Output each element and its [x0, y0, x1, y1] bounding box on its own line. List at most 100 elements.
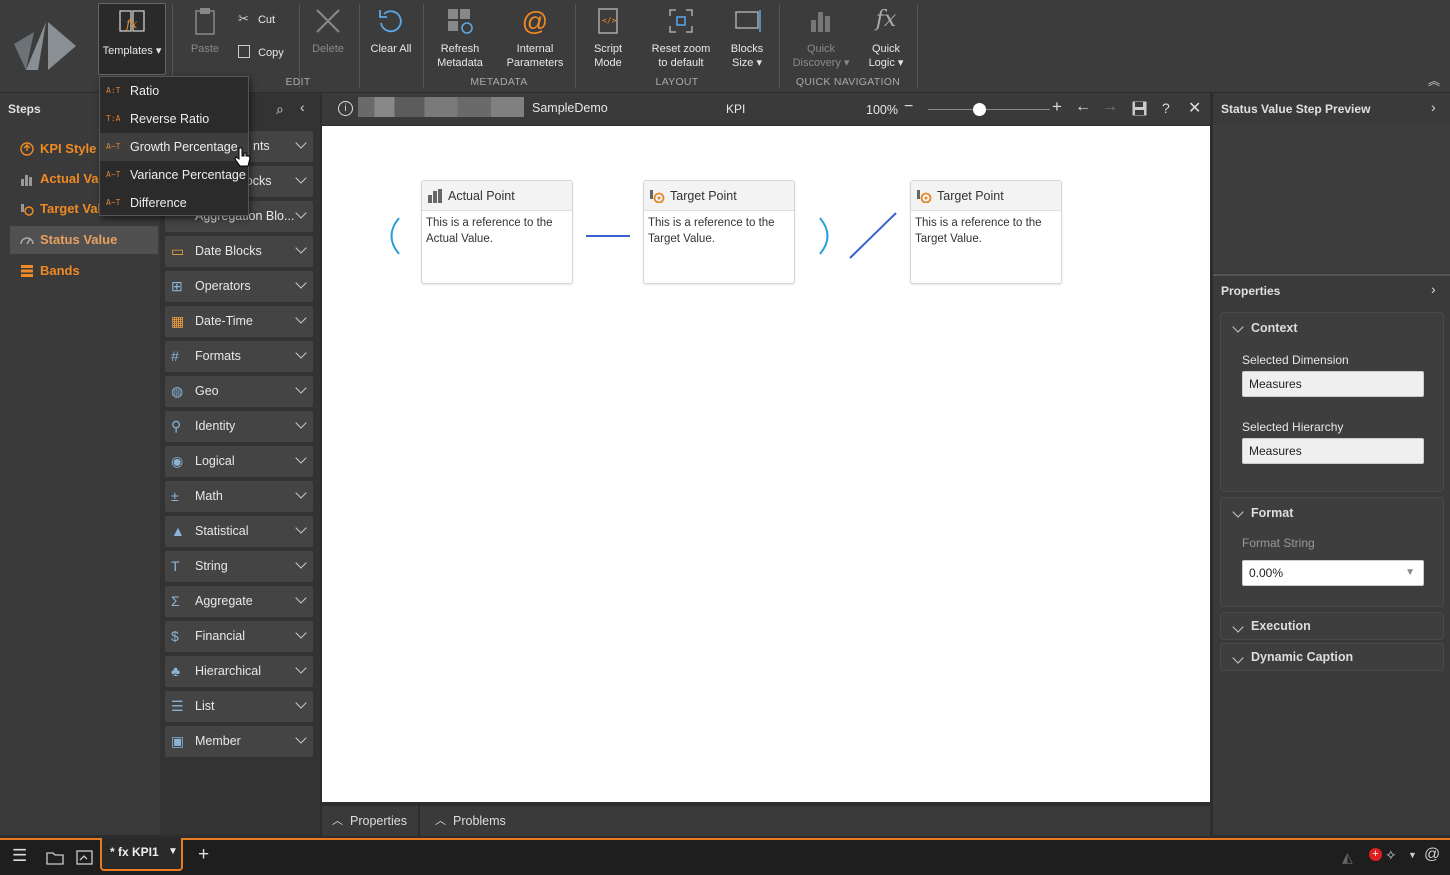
- category-statistical[interactable]: ▲ Statistical: [165, 516, 313, 547]
- delete-button[interactable]: Delete: [305, 6, 351, 56]
- copy-button[interactable]: Copy: [238, 45, 292, 60]
- formula-canvas[interactable]: Actual Point This is a reference to the …: [322, 126, 1210, 802]
- category-date-time[interactable]: ▦ Date-Time: [165, 306, 313, 337]
- reset-zoom-button[interactable]: Reset zoom to default: [648, 6, 714, 70]
- window-icon[interactable]: [76, 850, 94, 865]
- category-string[interactable]: T String: [165, 551, 313, 582]
- category-identity[interactable]: ⚲ Identity: [165, 411, 313, 442]
- quick-nav-group-label: QUICK NAVIGATION: [795, 76, 901, 88]
- save-icon[interactable]: [1132, 101, 1147, 116]
- copy-icon: [238, 45, 250, 58]
- menu-item-growth-percentage[interactable]: A−T Growth Percentage: [100, 133, 248, 161]
- category-label: Aggregate: [195, 594, 253, 608]
- category-label: Formats: [195, 349, 241, 363]
- script-mode-button[interactable]: </> Script Mode: [584, 6, 632, 70]
- category-financial[interactable]: $ Financial: [165, 621, 313, 652]
- bar-chart-icon: [428, 189, 442, 203]
- menu-item-reverse-ratio[interactable]: T:A Reverse Ratio: [100, 105, 248, 133]
- menu-item-difference[interactable]: A−T Difference: [100, 189, 248, 217]
- menu-item-ratio[interactable]: A:T Ratio: [100, 77, 248, 105]
- close-icon[interactable]: ✕: [1188, 98, 1201, 118]
- chevron-down-icon: [295, 452, 307, 464]
- format-header[interactable]: Format: [1221, 498, 1443, 528]
- dynamic-caption-section[interactable]: Dynamic Caption: [1220, 643, 1444, 671]
- zoom-slider-thumb[interactable]: [973, 103, 986, 116]
- chevron-up-icon: ︿: [435, 815, 446, 827]
- category-operators[interactable]: ⊞ Operators: [165, 271, 313, 302]
- chevron-down-icon: [295, 382, 307, 394]
- category-formats[interactable]: # Formats: [165, 341, 313, 372]
- step-bands[interactable]: Bands: [10, 257, 158, 285]
- paste-button[interactable]: Paste: [183, 6, 227, 56]
- collapse-left-icon[interactable]: ‹: [300, 99, 305, 115]
- kpi-style-icon: [20, 142, 34, 156]
- pin-icon[interactable]: ✧: [1385, 847, 1397, 864]
- collapse-ribbon-icon[interactable]: ︽: [1428, 72, 1440, 89]
- execution-header[interactable]: Execution: [1221, 613, 1443, 639]
- spiral-icon[interactable]: @: [1424, 846, 1440, 864]
- category-label: Date-Time: [195, 314, 253, 328]
- category-geo[interactable]: ◍ Geo: [165, 376, 313, 407]
- dynamic-caption-header[interactable]: Dynamic Caption: [1221, 644, 1443, 670]
- metadata-grid-icon: [448, 9, 473, 34]
- menu-item-variance-percentage[interactable]: A−T Variance Percentage: [100, 161, 248, 189]
- script-icon: </>: [598, 8, 618, 34]
- refresh-metadata-button[interactable]: Refresh Metadata: [430, 6, 490, 70]
- quick-logic-button[interactable]: fx Quick Logic ▾: [860, 6, 912, 70]
- format-string-select[interactable]: 0.00% ▼: [1242, 560, 1424, 586]
- help-icon[interactable]: ?: [1162, 100, 1170, 116]
- format-section: Format Format String 0.00% ▼: [1220, 497, 1444, 607]
- node-actual-point[interactable]: Actual Point This is a reference to the …: [421, 180, 573, 284]
- templates-button[interactable]: fx Templates ▾: [98, 3, 166, 75]
- tab-properties[interactable]: ︿ Properties: [322, 806, 420, 836]
- selected-hierarchy-field[interactable]: Measures: [1242, 438, 1424, 464]
- preview-area: [1213, 125, 1450, 273]
- notification-badge-icon[interactable]: +: [1369, 848, 1382, 861]
- blocks-size-label: Blocks Size ▾: [730, 43, 764, 69]
- category-list[interactable]: ☰ List: [165, 691, 313, 722]
- expand-right-icon[interactable]: ›: [1431, 99, 1436, 115]
- execution-section[interactable]: Execution: [1220, 612, 1444, 640]
- search-icon[interactable]: ⌕: [276, 101, 284, 118]
- node-target-point[interactable]: Target Point This is a reference to the …: [643, 180, 795, 284]
- chevron-up-icon: ︿: [332, 815, 343, 827]
- category-label: Operators: [195, 279, 251, 293]
- zoom-in-icon[interactable]: +: [1052, 97, 1062, 117]
- cut-button[interactable]: ✂ Cut: [238, 12, 282, 27]
- fx-icon: fx: [875, 7, 897, 32]
- clear-all-button[interactable]: Clear All: [365, 6, 417, 56]
- tab-problems[interactable]: ︿ Problems: [425, 806, 525, 836]
- menu-icon[interactable]: ☰: [12, 846, 27, 866]
- undo-arrow-icon[interactable]: ←: [1075, 98, 1091, 116]
- category-member[interactable]: ▣ Member: [165, 726, 313, 757]
- category-logical[interactable]: ◉ Logical: [165, 446, 313, 477]
- step-status-value[interactable]: Status Value: [10, 226, 158, 254]
- zoom-out-icon[interactable]: −: [904, 98, 913, 116]
- chevron-down-icon[interactable]: ▼: [1408, 850, 1417, 860]
- node-target-point-2[interactable]: Target Point This is a reference to the …: [910, 180, 1062, 284]
- category-math[interactable]: ± Math: [165, 481, 313, 512]
- category-hierarchical[interactable]: ♣ Hierarchical: [165, 656, 313, 687]
- zoom-slider-track[interactable]: [928, 109, 1050, 110]
- quick-discovery-button[interactable]: Quick Discovery ▾: [788, 6, 854, 70]
- category-date-blocks[interactable]: ▭ Date Blocks: [165, 236, 313, 267]
- document-tab-kpi1[interactable]: * fx KPI1 ▼: [100, 838, 183, 871]
- chevron-down-icon[interactable]: ▼: [168, 846, 178, 857]
- blocks-size-button[interactable]: Blocks Size ▾: [724, 6, 770, 70]
- info-icon[interactable]: i: [338, 101, 353, 116]
- chevron-down-icon: [295, 557, 307, 569]
- bottom-panel-tabs: ︿ Properties ︿ Problems: [322, 806, 1210, 836]
- internal-parameters-button[interactable]: @ Internal Parameters: [505, 6, 565, 70]
- signal-icon: ◭: [1342, 849, 1353, 865]
- category-aggregate[interactable]: Σ Aggregate: [165, 586, 313, 617]
- redacted-path: [358, 97, 524, 117]
- selected-dimension-field[interactable]: Measures: [1242, 371, 1424, 397]
- expand-right-icon[interactable]: ›: [1431, 281, 1436, 297]
- chevron-down-icon: [295, 662, 307, 674]
- add-tab-button[interactable]: +: [198, 844, 209, 866]
- folder-icon[interactable]: [46, 850, 64, 865]
- sigma-icon: Σ: [171, 593, 180, 609]
- redo-arrow-icon[interactable]: →: [1102, 98, 1118, 116]
- fit-screen-icon: [669, 9, 693, 33]
- context-header[interactable]: Context: [1221, 313, 1443, 343]
